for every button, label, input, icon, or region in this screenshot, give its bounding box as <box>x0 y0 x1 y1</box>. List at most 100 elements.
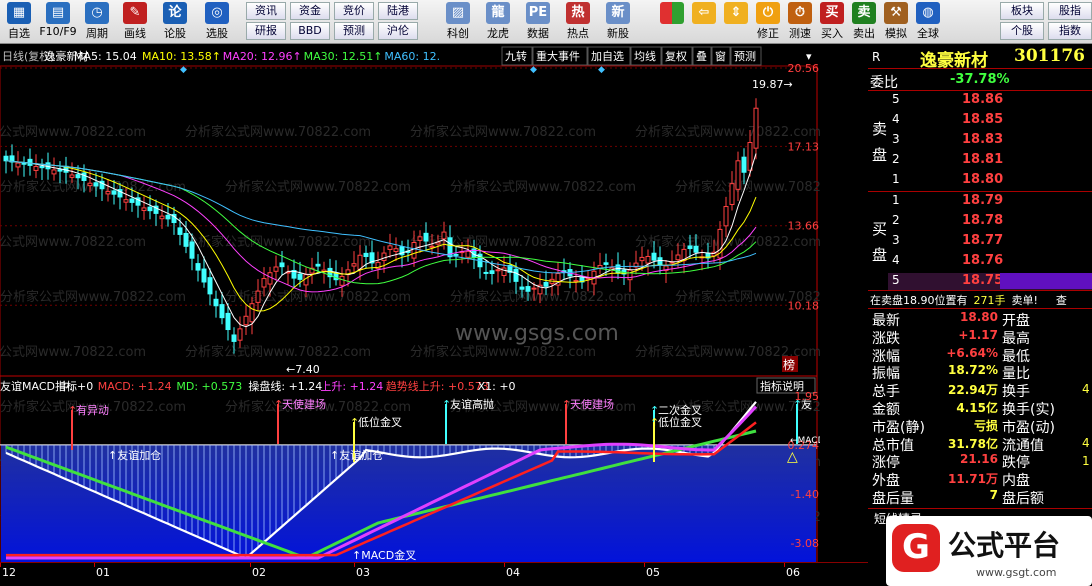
price-axis-label: 20.56 <box>788 62 820 75</box>
toolbar-button-new[interactable]: 新新股 <box>598 1 638 42</box>
candle-body <box>105 190 111 195</box>
globe-icon: ◍ <box>916 2 940 24</box>
candle-body <box>165 214 171 220</box>
right-button-1-0[interactable]: 个股 <box>1000 22 1044 40</box>
event-diamond-icon[interactable]: ◆ <box>180 65 187 75</box>
notice-more[interactable]: 查 <box>1056 294 1067 307</box>
toolbar-button-bubble[interactable]: 论论股 <box>154 1 196 42</box>
toolbar-button-arrow-up-down[interactable]: ⇕ <box>720 1 752 42</box>
toolbar-button-power[interactable]: ⏻ 修正 <box>752 1 784 42</box>
stat-value: +1.17 <box>958 327 998 342</box>
stat-value: 18.72% <box>948 363 998 378</box>
date-tick <box>644 563 645 567</box>
candle-body <box>243 315 249 326</box>
date-label: 03 <box>356 566 370 579</box>
small-button-3-0[interactable]: 陆港 <box>378 2 418 20</box>
buy-level-price[interactable]: 18.76 <box>962 253 1003 268</box>
small-button-1-0[interactable]: 资金 <box>290 2 330 20</box>
toolbar-button-target[interactable]: ◎ 选股 <box>196 1 238 42</box>
right-button-0-0[interactable]: 板块 <box>1000 2 1044 20</box>
right-edge-digit: 4 <box>1082 436 1090 450</box>
candle-body <box>93 182 99 187</box>
small-button-3-1[interactable]: 沪伦 <box>378 22 418 40</box>
small-button-2-0[interactable]: 竞价 <box>334 2 374 20</box>
sell-level-price[interactable]: 18.81 <box>962 152 1003 167</box>
candle-body <box>183 232 189 247</box>
candle-body <box>543 281 549 287</box>
buy-level-price[interactable]: 18.79 <box>962 193 1003 208</box>
hammer-icon: ⚒ <box>884 2 908 24</box>
toolbar-button-globe[interactable]: ◍ 全球 <box>912 1 944 42</box>
sell-level-price[interactable]: 18.80 <box>962 172 1003 187</box>
toolbar-button-hot[interactable]: 热热点 <box>558 1 598 42</box>
ma30-label: MA30: 12.51↑ <box>304 50 383 63</box>
weibi-value: -37.78% <box>950 72 1010 87</box>
buy-level-price[interactable]: 18.78 <box>962 213 1003 228</box>
sell-level-price[interactable]: 18.85 <box>962 112 1003 127</box>
toolbar-button-stopwatch[interactable]: ⏱ 测速 <box>784 1 816 42</box>
toolbar-button-chart[interactable]: ▨ 科创 <box>438 1 478 42</box>
price-axis-label: 17.13 <box>788 140 820 153</box>
candle-body <box>387 245 393 250</box>
candle-body <box>351 263 357 267</box>
chart-svg[interactable]: 日线(复权)逸豪新材MA5: 15.04 MA10: 13.58↑ MA20: 12… <box>0 46 861 580</box>
ma5-label: MA5: 15.04 <box>74 50 137 63</box>
buy-level-price[interactable]: 18.75 <box>962 273 1003 288</box>
ma60-label: MA60: 12. <box>384 50 440 63</box>
ann-tianshi-1: 天使建场 <box>282 397 326 411</box>
candle-body <box>393 248 399 253</box>
toolbar-button-clock[interactable]: ◷ 周期 <box>78 1 116 42</box>
weibi-label: 委比 <box>870 75 898 91</box>
gsgt-logo: G 公式平台 www.gsgt.com <box>886 516 1092 586</box>
arrow-left-icon: ⇦ <box>692 2 716 24</box>
toolbar-button-doc[interactable]: ▤ F10/F9 <box>38 1 78 42</box>
toolbar-button-buy[interactable]: 买买入 <box>816 1 848 42</box>
small-button-2-1[interactable]: 预测 <box>334 22 374 40</box>
date-label: 02 <box>252 566 266 579</box>
buy5-bar <box>1000 273 1092 289</box>
toolbar-button-dragon[interactable]: 龍龙虎 <box>478 1 518 42</box>
candle-body <box>675 254 681 261</box>
date-label: 06 <box>786 566 800 579</box>
sell-icon: 卖 <box>852 2 876 24</box>
right-button-0-1[interactable]: 股指 <box>1048 2 1092 20</box>
toolbar-button-grid[interactable]: ▦ 自选 <box>0 1 38 42</box>
toolbar-label: 卖出 <box>853 27 875 40</box>
candle-body <box>339 275 345 286</box>
sell-level-price[interactable]: 18.83 <box>962 132 1003 147</box>
small-button-0-1[interactable]: 研报 <box>246 22 286 40</box>
sell-level-price[interactable]: 18.86 <box>962 92 1003 107</box>
candle-body <box>219 304 225 319</box>
buy-icon: 买 <box>820 2 844 24</box>
chart-area[interactable]: 日线(复权) 逸豪新材 MA5: 15.04 MA10: 13.58↑ MA20: 12… <box>0 46 861 580</box>
event-diamond-icon[interactable]: ◆ <box>530 65 537 75</box>
bang-label: 榜 <box>783 357 795 372</box>
toolbar-label: 测速 <box>789 27 811 40</box>
candle-body <box>213 298 219 307</box>
toolbar-button-sell[interactable]: 卖卖出 <box>848 1 880 42</box>
small-button-1-1[interactable]: BBD <box>290 22 330 40</box>
right-edge-digit: 1 <box>1082 454 1090 468</box>
stat-value: 11.71万 <box>948 472 998 487</box>
toolbar-button-hammer[interactable]: ⚒ 模拟 <box>880 1 912 42</box>
sell-level-num: 1 <box>892 172 900 186</box>
toolbar-button-arrow-left[interactable]: ⇦ <box>688 1 720 42</box>
candle-body <box>279 262 285 268</box>
toolbar-button-pen[interactable]: ✎ 画线 <box>116 1 154 42</box>
center-watermark: www.gsgs.com <box>455 321 619 346</box>
right-button-1-1[interactable]: 指数 <box>1048 22 1092 40</box>
chart-tab-label: 加自选 <box>591 50 624 63</box>
buy-level-num: 5 <box>892 273 900 287</box>
buy-level-price[interactable]: 18.77 <box>962 233 1003 248</box>
hot-icon: 热 <box>566 2 590 24</box>
toolbar-button-pe[interactable]: PE 数据 <box>518 1 558 42</box>
ann-diwei-1: 低位金叉 <box>358 415 402 429</box>
date-axis: 12 01 02 03 04 05 06 <box>0 562 868 586</box>
ann-you: 友 <box>801 397 812 411</box>
stat-value: 22.94万 <box>948 383 998 398</box>
event-diamond-icon[interactable]: ◆ <box>598 65 605 75</box>
toolbar-button-color-grid[interactable] <box>656 1 688 42</box>
candle-body <box>315 263 321 267</box>
small-button-0-0[interactable]: 资讯 <box>246 2 286 20</box>
arrow-up-down-icon: ⇕ <box>724 2 748 24</box>
